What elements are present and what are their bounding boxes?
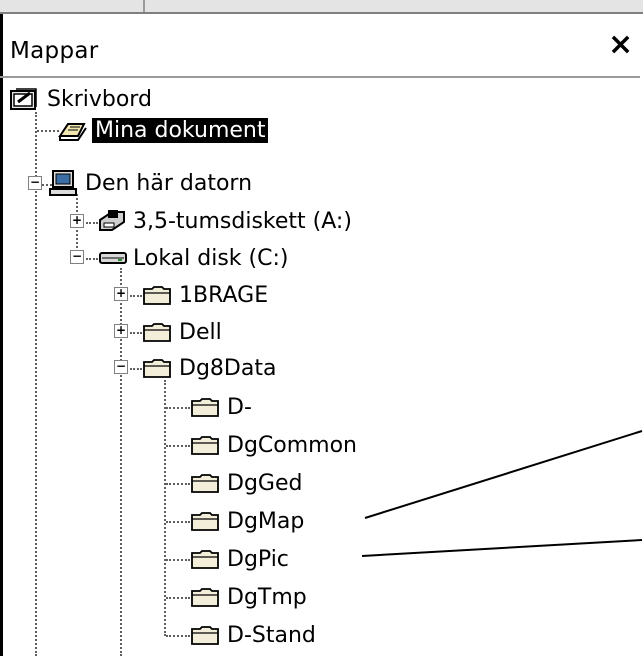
tree-item-folder-dg8data[interactable]: Dg8Data xyxy=(142,351,279,385)
tree-hline xyxy=(130,295,142,297)
tree-hline xyxy=(166,635,190,637)
tree-item-label: DgMap xyxy=(227,508,305,534)
tree-item-label: Den här datorn xyxy=(85,170,253,196)
tree-item-desktop[interactable]: Skrivbord xyxy=(10,82,155,116)
expand-toggle-1brage[interactable]: + xyxy=(114,287,128,301)
tree-item-my-documents[interactable]: Mina dokument xyxy=(58,113,269,147)
tree-item-label: Dell xyxy=(179,319,222,345)
tree-hline xyxy=(86,222,98,224)
hard-disk-icon xyxy=(98,247,128,269)
desktop-icon xyxy=(10,87,38,111)
tree-item-label: D- xyxy=(227,394,252,420)
tree-item-local-disk[interactable]: Lokal disk (C:) xyxy=(98,241,291,275)
floppy-drive-icon xyxy=(98,208,126,234)
tree-item-label: Dg8Data xyxy=(179,355,277,381)
folder-icon xyxy=(190,396,220,418)
folder-icon xyxy=(142,284,172,306)
folder-icon xyxy=(190,624,220,646)
tree-hline xyxy=(37,130,59,132)
tree-item-folder-dell[interactable]: Dell xyxy=(142,315,225,349)
tree-hline xyxy=(166,483,190,485)
tree-hline xyxy=(130,332,142,334)
computer-icon xyxy=(48,169,78,197)
tree-item-label: DgTmp xyxy=(227,584,307,610)
folder-icon xyxy=(190,434,220,456)
tree-item-folder-dgtmp[interactable]: DgTmp xyxy=(190,580,310,614)
tree-item-label: DgCommon xyxy=(227,432,357,458)
tree-hline xyxy=(166,597,190,599)
folder-icon xyxy=(190,472,220,494)
collapse-toggle-local-disk[interactable]: − xyxy=(70,250,84,264)
expand-toggle-floppy[interactable]: + xyxy=(70,214,84,228)
folder-icon xyxy=(190,510,220,532)
tree-item-label: Skrivbord xyxy=(47,86,152,112)
tree-item-label: DgPic xyxy=(227,546,289,572)
tree-item-label: 3,5-tumsdiskett (A:) xyxy=(133,208,352,234)
tree-item-folder-dgged[interactable]: DgGed xyxy=(190,466,305,500)
folder-tree: − + − + + − Skrivbord Mina dokument Den … xyxy=(0,0,643,656)
collapse-toggle-my-computer[interactable]: − xyxy=(28,176,42,190)
folder-icon xyxy=(190,586,220,608)
tree-item-floppy[interactable]: 3,5-tumsdiskett (A:) xyxy=(98,204,355,238)
tree-item-folder-d-stand[interactable]: D-Stand xyxy=(190,618,319,652)
folder-icon xyxy=(142,357,172,379)
tree-item-my-computer[interactable]: Den här datorn xyxy=(48,166,255,200)
tree-line-root xyxy=(35,112,37,656)
tree-hline xyxy=(130,368,142,370)
tree-item-folder-dgmap[interactable]: DgMap xyxy=(190,504,307,538)
expand-toggle-dell[interactable]: + xyxy=(114,324,128,338)
tree-item-folder-dgpic[interactable]: DgPic xyxy=(190,542,292,576)
tree-item-label: 1BRAGE xyxy=(179,282,269,308)
tree-item-label: D-Stand xyxy=(227,622,316,648)
collapse-toggle-dg8data[interactable]: − xyxy=(114,360,128,374)
tree-item-label: Lokal disk (C:) xyxy=(133,245,289,271)
tree-item-folder-dgcommon[interactable]: DgCommon xyxy=(190,428,360,462)
tree-item-label: DgGed xyxy=(227,470,303,496)
folder-icon xyxy=(142,321,172,343)
my-documents-icon xyxy=(58,118,88,142)
tree-hline xyxy=(166,559,190,561)
tree-item-folder-1brage[interactable]: 1BRAGE xyxy=(142,278,271,312)
tree-hline xyxy=(166,521,190,523)
tree-hline xyxy=(86,258,98,260)
tree-item-label: Mina dokument xyxy=(92,117,269,143)
tree-hline xyxy=(166,445,190,447)
folder-icon xyxy=(190,548,220,570)
tree-hline xyxy=(166,407,190,409)
tree-item-folder-d-minus[interactable]: D- xyxy=(190,390,255,424)
